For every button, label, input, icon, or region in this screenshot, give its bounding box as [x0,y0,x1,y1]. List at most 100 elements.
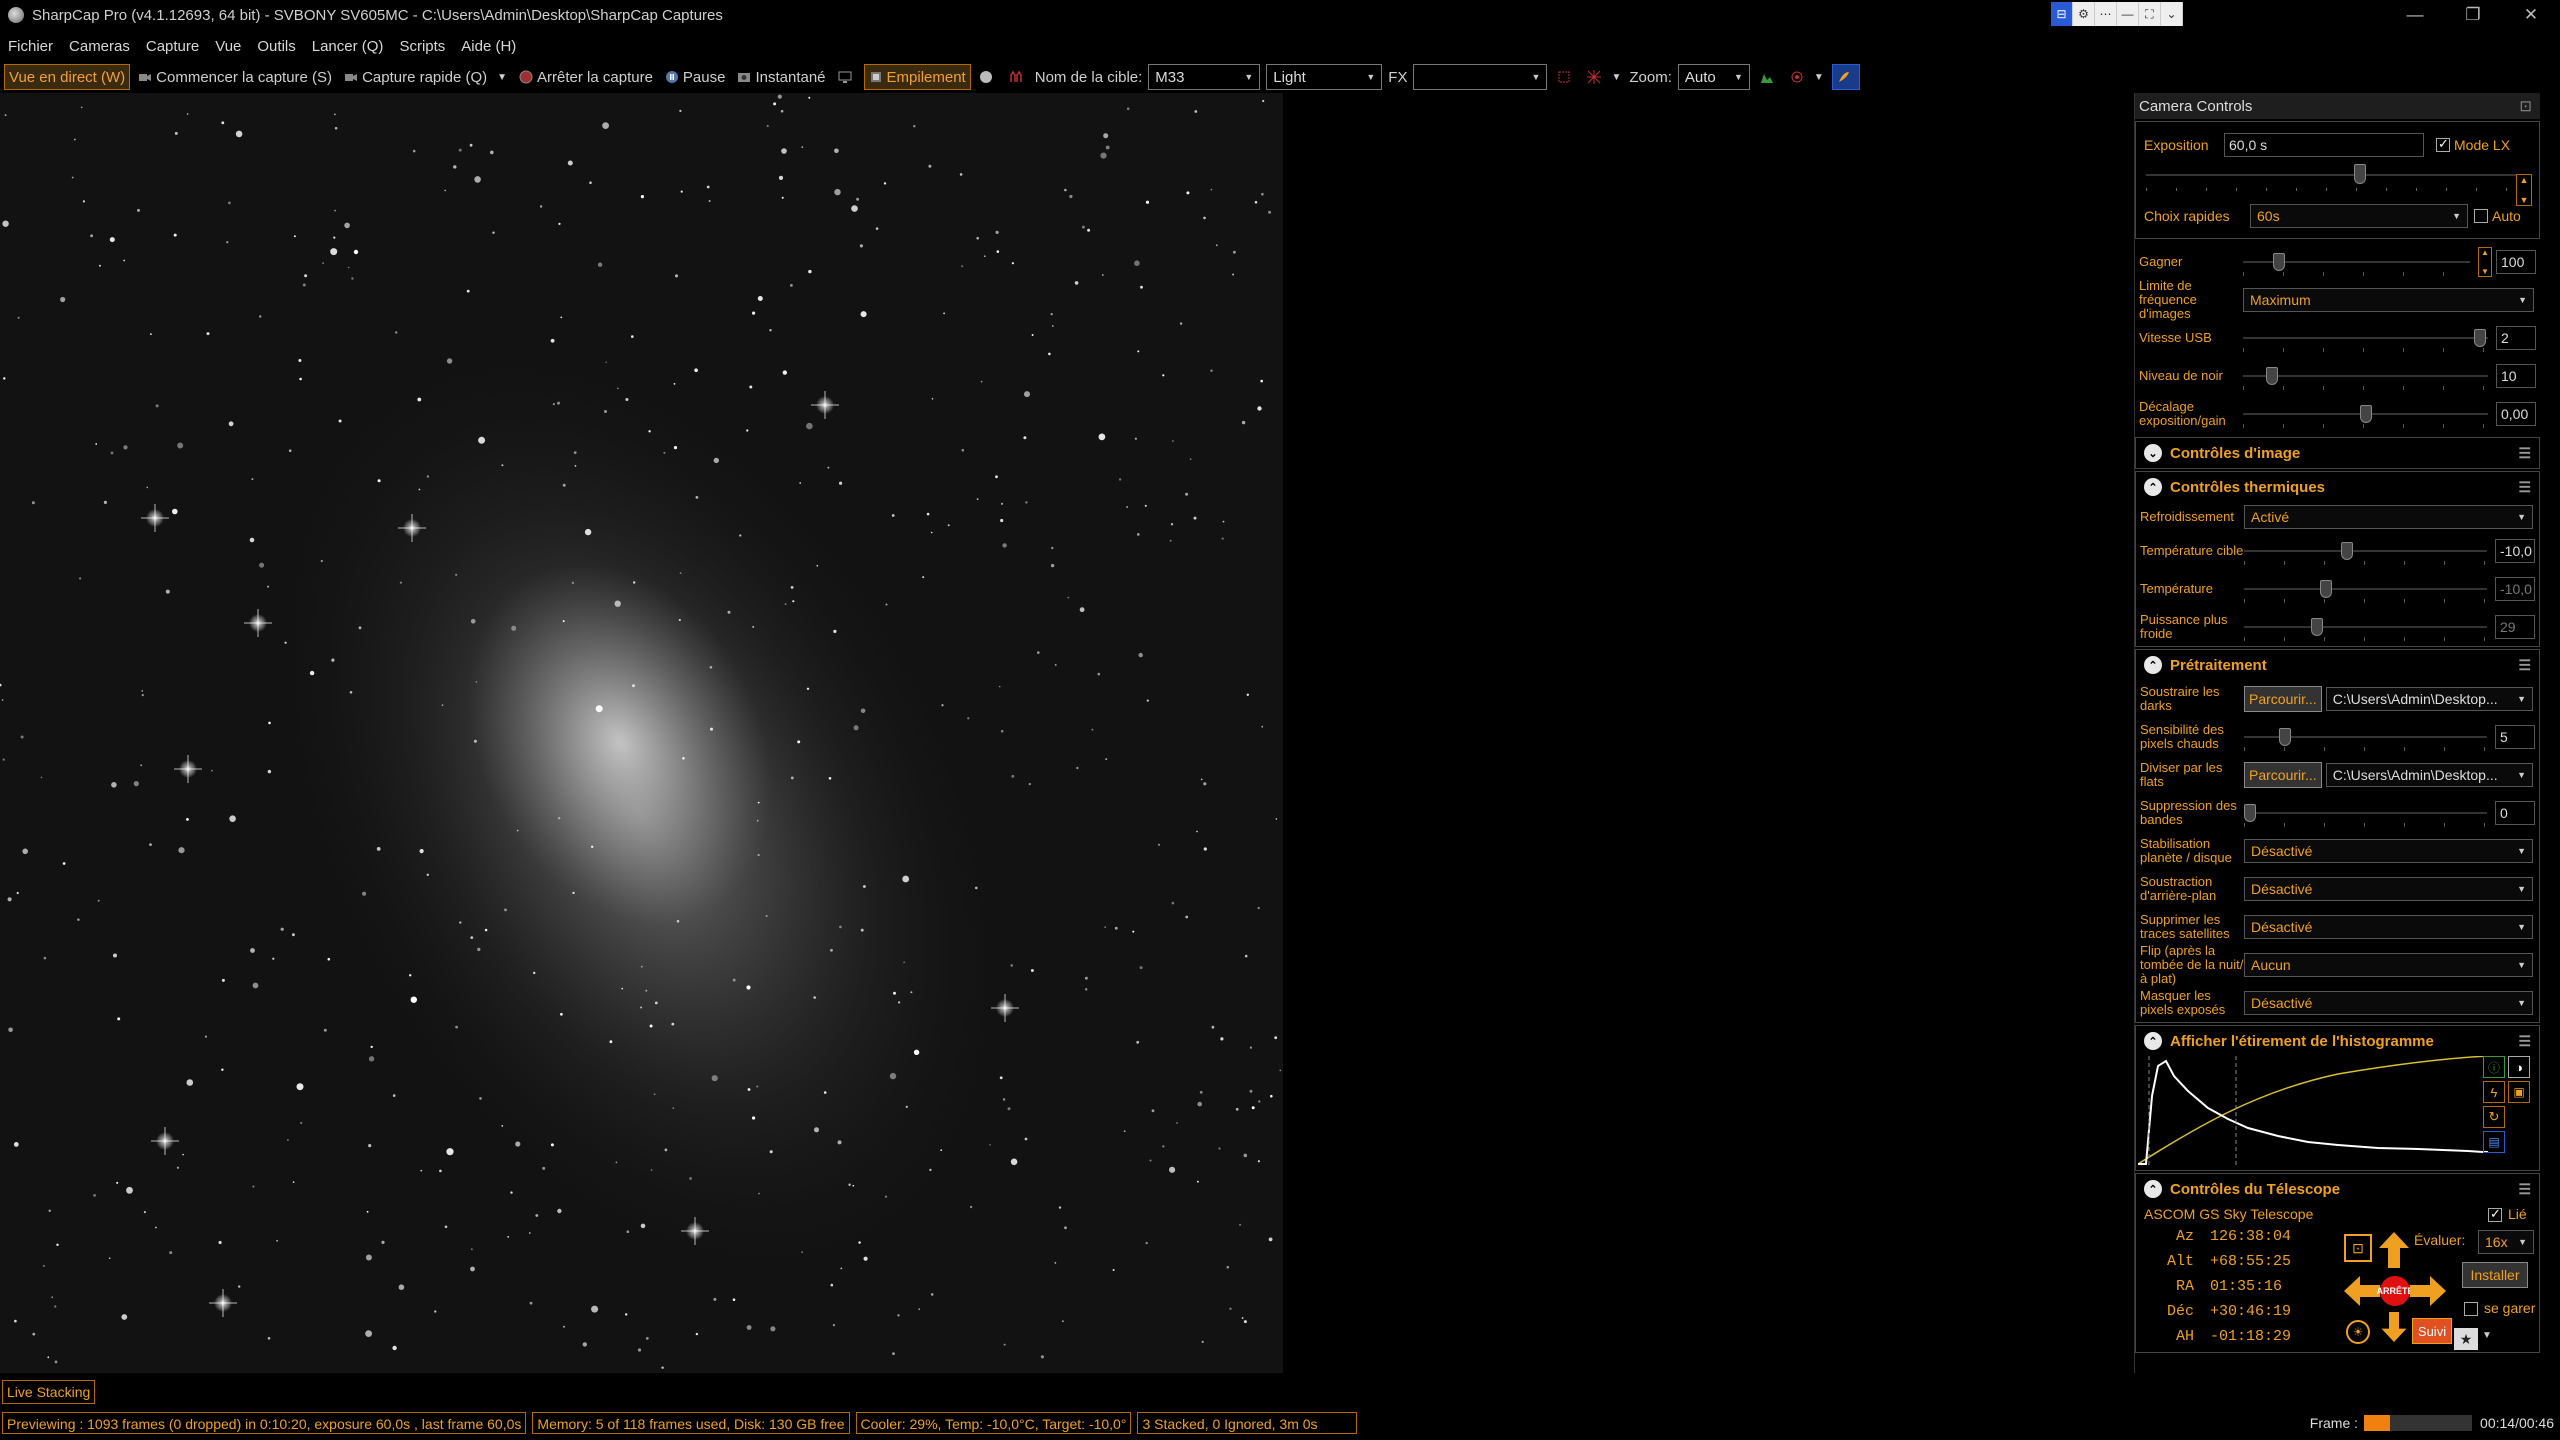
target-temp-slider-thumb[interactable] [2341,542,2354,560]
preprocessing-header[interactable]: ⌃ Prétraitement ☰ [2136,650,2539,680]
annotate-dropdown-icon[interactable]: ▼ [1814,72,1824,83]
zoom-dropdown-icon[interactable]: ▼ [1734,72,1743,82]
histogram-contrast-icon[interactable]: ◑ [2508,1056,2530,1078]
target-temp-slider[interactable] [2244,541,2487,565]
gain-input[interactable]: 100 [2496,250,2536,274]
menu-fichier[interactable]: Fichier [8,38,53,55]
target-dropdown-icon[interactable]: ▼ [1244,72,1253,82]
collapse-chevron-icon[interactable]: ⌃ [2144,478,2162,496]
auto-checkbox[interactable] [2474,209,2488,223]
exposure-slider[interactable] [2146,162,2517,192]
collapse-chevron-icon[interactable]: ⌃ [2144,1032,2162,1050]
mask-pixels-select[interactable]: Désactivé ▼ [2244,991,2533,1015]
menu-lancer[interactable]: Lancer (Q) [312,38,384,55]
black-level-slider[interactable] [2243,366,2488,390]
histogram-auto-stretch-icon[interactable]: ⓘ [2483,1056,2505,1078]
usb-speed-slider-thumb[interactable] [2473,329,2486,347]
pause-button[interactable]: Pause [661,64,730,90]
stop-capture-button[interactable]: Arrêter la capture [515,64,657,90]
flats-browse-button[interactable]: Parcourir... [2244,762,2322,788]
histogram-reset-icon[interactable]: ↻ [2483,1106,2505,1128]
floating-toolbar-settings-icon[interactable]: ⚙ [2073,2,2095,26]
telescope-goto-icon[interactable]: ⊡ [2344,1234,2372,1262]
target-temp-input[interactable]: -10,0 [2495,539,2535,563]
satellite-select[interactable]: Désactivé ▼ [2244,915,2533,939]
live-stacking-tab[interactable]: Live Stacking [2,1380,96,1404]
park-checkbox[interactable] [2464,1302,2478,1316]
black-level-slider-thumb[interactable] [2266,367,2279,385]
stacking-button[interactable]: Empilement [863,64,971,90]
flip-select[interactable]: Aucun ▼ [2244,953,2533,977]
quick-choices-select[interactable]: 60s ▼ [2250,204,2468,228]
banding-input[interactable]: 0 [2495,801,2535,825]
stabilization-select[interactable]: Désactivé ▼ [2244,839,2533,863]
star-icon[interactable]: ★ [2454,1328,2478,1350]
fx-select[interactable]: ▼ [1413,64,1548,90]
eval-rate-select[interactable]: 16x ▼ [2478,1230,2534,1254]
cooling-select[interactable]: Activé ▼ [2244,505,2533,529]
reticle-button[interactable]: ▼ [1583,64,1625,90]
gain-stepper[interactable]: ▲ ▼ [2478,247,2492,277]
offset-input[interactable]: 0,00 [2496,402,2536,426]
quick-capture-button[interactable]: Capture rapide (Q) ▼ [340,64,511,90]
usb-speed-input[interactable]: 2 [2496,326,2536,350]
usb-speed-slider[interactable] [2243,328,2488,352]
gain-slider[interactable] [2243,252,2470,276]
quick-choices-dropdown-icon[interactable]: ▼ [2452,211,2461,221]
target-name-input[interactable]: M33 ▼ [1148,64,1261,90]
hot-pixel-slider-thumb[interactable] [2278,728,2291,746]
telescope-linked-checkbox[interactable] [2488,1206,2502,1222]
telescope-header[interactable]: ⌃ Contrôles du Télescope ☰ [2136,1174,2539,1204]
section-menu-icon[interactable]: ☰ [2518,657,2531,674]
menu-outils[interactable]: Outils [257,38,295,55]
image-controls-header[interactable]: ⌄ Contrôles d'image ☰ [2136,438,2539,468]
framerate-select[interactable]: Maximum ▼ [2243,288,2534,312]
histogram-save-icon[interactable]: ▤ [2483,1131,2505,1153]
install-button[interactable]: Installer [2462,1262,2528,1288]
live-view-button[interactable]: Vue en direct (W) [4,64,131,90]
darks-browse-button[interactable]: Parcourir... [2244,686,2322,712]
menu-vue[interactable]: Vue [215,38,241,55]
histogram-plot[interactable] [2138,1056,2488,1166]
arrow-up-icon[interactable] [2379,1232,2409,1268]
star-dropdown-icon[interactable]: ▼ [2482,1330,2492,1341]
exposure-slider-thumb[interactable] [2353,164,2366,184]
menu-cameras[interactable]: Cameras [69,38,130,55]
collapse-chevron-icon[interactable]: ⌃ [2144,1180,2162,1198]
section-menu-icon[interactable]: ☰ [2518,1033,2531,1050]
roi-button[interactable] [1553,64,1579,90]
darks-path-select[interactable]: C:\Users\Admin\Desktop... ▼ [2325,687,2533,711]
histogram-lightning-icon[interactable]: ϟ [2483,1081,2505,1103]
menu-capture[interactable]: Capture [146,38,199,55]
exposure-up-icon[interactable]: ▲ [2520,175,2529,185]
flats-path-select[interactable]: C:\Users\Admin\Desktop... ▼ [2325,763,2533,787]
focus-assist-button[interactable] [975,64,1001,90]
floating-toolbar-more-icon[interactable]: ⋯ [2095,2,2117,26]
floating-toolbar-chevron-icon[interactable]: ⌄ [2161,2,2183,26]
restore-button[interactable]: ❐ [2444,0,2502,30]
section-menu-icon[interactable]: ☰ [2518,479,2531,496]
exposure-stepper[interactable]: ▲ ▼ [2516,174,2532,206]
live-image-viewport[interactable] [0,93,1283,1373]
arrow-right-icon[interactable] [2410,1276,2446,1306]
bg-subtraction-select[interactable]: Désactivé ▼ [2244,877,2533,901]
floating-toolbar-expand-icon[interactable]: ⛶ [2139,2,2161,26]
histogram-lock-icon[interactable]: ▣ [2508,1081,2530,1103]
thermal-controls-header[interactable]: ⌃ Contrôles thermiques ☰ [2136,472,2539,502]
telescope-sun-icon[interactable]: ☀ [2346,1320,2370,1344]
offset-slider[interactable] [2243,404,2488,428]
banding-slider[interactable] [2244,803,2487,827]
expand-chevron-icon[interactable]: ⌄ [2144,444,2162,462]
quick-capture-dropdown-icon[interactable]: ▼ [497,72,507,83]
arrow-down-icon[interactable] [2379,1312,2409,1342]
banding-slider-thumb[interactable] [2244,804,2256,822]
panel-pin-icon[interactable]: ⊡ [2519,97,2532,115]
collapse-chevron-icon[interactable]: ⌃ [2144,656,2162,674]
menu-aide[interactable]: Aide (H) [461,38,516,55]
dew-heater-button[interactable] [1005,64,1031,90]
exposure-down-icon[interactable]: ▼ [2520,195,2529,205]
frame-type-dropdown-icon[interactable]: ▼ [1366,72,1375,82]
floating-toolbar-pin-icon[interactable]: ⊟ [2051,2,2073,26]
lx-mode-checkbox[interactable] [2436,136,2450,152]
menu-scripts[interactable]: Scripts [399,38,445,55]
